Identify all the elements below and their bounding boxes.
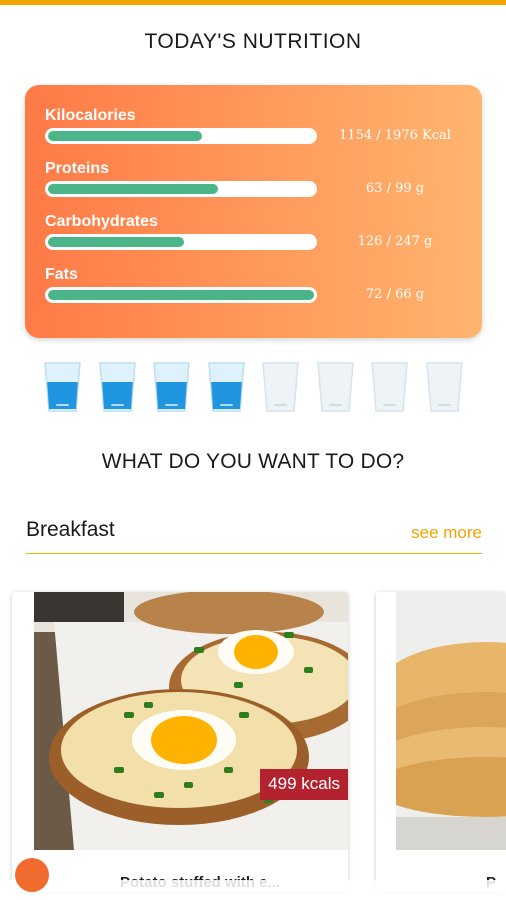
nutrition-row-proteins: Proteins 63 / 99 g (45, 160, 465, 210)
progress-bar (45, 128, 317, 144)
nutrient-value: 1154 / 1976 Kcal (339, 128, 451, 143)
section-question: WHAT DO YOU WANT TO DO? (101, 450, 405, 473)
water-glass-icon[interactable] (425, 362, 463, 412)
recipe-photo-pancakes (396, 592, 506, 850)
progress-fill (48, 237, 184, 247)
recipe-card[interactable]: P (376, 592, 506, 892)
nutrient-label: Carbohydrates (45, 213, 158, 230)
nutrient-value: 126 / 247 g (357, 234, 433, 249)
progress-fill (48, 184, 218, 194)
top-accent-line (0, 0, 506, 5)
progress-bar (45, 181, 317, 197)
chef-hat-icon[interactable] (15, 858, 49, 892)
water-glass-icon[interactable] (207, 362, 245, 412)
water-glass-icon[interactable] (371, 362, 408, 412)
water-tracker (44, 362, 464, 414)
page-title: TODAY'S NUTRITION (144, 30, 362, 53)
water-glass-icon[interactable] (153, 362, 190, 412)
bottom-fade (0, 880, 506, 900)
nutrient-label: Fats (45, 266, 78, 283)
nutrient-value: 63 / 99 g (365, 181, 425, 196)
water-glass-icon[interactable] (316, 362, 354, 412)
progress-fill (48, 131, 202, 141)
nutrient-label: Kilocalories (45, 107, 136, 124)
nutrition-row-fats: Fats 72 / 66 g (45, 266, 465, 316)
nutrition-card[interactable]: Kilocalories 1154 / 1976 Kcal Proteins 6… (25, 85, 482, 338)
recipe-card[interactable]: 499 kcals Potato stuffed with e... (12, 592, 348, 892)
water-glass-icon[interactable] (44, 362, 81, 412)
progress-bar (45, 287, 317, 303)
see-more-link[interactable]: see more (411, 523, 482, 543)
water-glass-icon[interactable] (262, 362, 299, 412)
nutrition-row-carbohydrates: Carbohydrates 126 / 247 g (45, 213, 465, 263)
progress-bar (45, 234, 317, 250)
progress-fill (48, 290, 314, 300)
water-glass-icon[interactable] (98, 362, 136, 412)
recipe-photo-stuffed-potato: 499 kcals (34, 592, 348, 850)
nutrient-label: Proteins (45, 160, 110, 177)
section-title: Breakfast (26, 518, 115, 541)
breakfast-header: Breakfast see more (26, 518, 482, 554)
nutrient-value: 72 / 66 g (365, 287, 425, 302)
kcal-badge: 499 kcals (260, 769, 348, 800)
nutrition-row-kilocalories: Kilocalories 1154 / 1976 Kcal (45, 107, 465, 157)
